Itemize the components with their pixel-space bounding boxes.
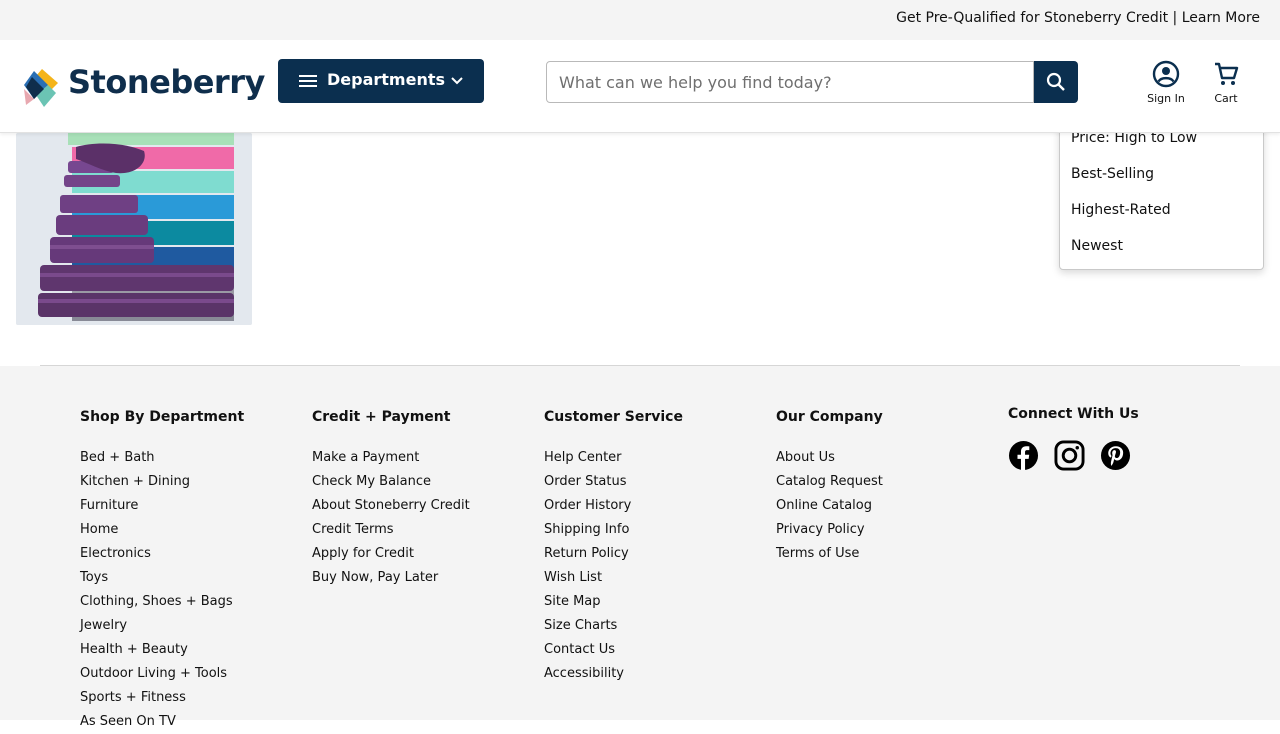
footer-col-title: Our Company	[776, 409, 883, 425]
logo-wordmark: Stoneberry	[68, 63, 265, 101]
footer-link[interactable]: Bed + Bath	[80, 446, 244, 470]
sort-option-best-selling[interactable]: Best-Selling	[1071, 166, 1154, 182]
sign-in-label: Sign In	[1147, 92, 1185, 105]
footer-link[interactable]: About Us	[776, 446, 883, 470]
footer-link[interactable]: Clothing, Shoes + Bags	[80, 590, 244, 614]
search-input[interactable]	[546, 61, 1034, 103]
cart-icon	[1215, 62, 1239, 85]
departments-button[interactable]: Departments	[278, 59, 484, 103]
footer-link[interactable]: Terms of Use	[776, 542, 883, 566]
logo-mark-icon	[24, 69, 58, 107]
search-button[interactable]	[1034, 61, 1078, 103]
footer-link[interactable]: Size Charts	[544, 614, 683, 638]
promo-bar: Get Pre-Qualified for Stoneberry Credit …	[0, 0, 1280, 40]
credit-promo-link[interactable]: Get Pre-Qualified for Stoneberry Credit …	[896, 10, 1260, 26]
towel-set-image	[16, 133, 252, 325]
chevron-down-icon	[451, 77, 463, 85]
cart-label: Cart	[1214, 92, 1238, 105]
footer-link[interactable]: Check My Balance	[312, 470, 470, 494]
account-icon	[1152, 60, 1180, 88]
footer-link[interactable]: Toys	[80, 566, 244, 590]
cart-button[interactable]: Cart	[1204, 60, 1248, 112]
footer-link[interactable]: Return Policy	[544, 542, 683, 566]
footer-col-title: Shop By Department	[80, 409, 245, 425]
footer-connect: Connect With Us	[1008, 406, 1139, 471]
footer-link[interactable]: Sports + Fitness	[80, 686, 244, 710]
footer-col-title: Credit + Payment	[312, 409, 451, 425]
site-header: Stoneberry Departments Sign In	[0, 40, 1280, 133]
footer-col-credit-payment: Credit + Payment Make a Payment Check My…	[312, 409, 470, 590]
footer-link[interactable]: Wish List	[544, 566, 683, 590]
sort-option-newest[interactable]: Newest	[1071, 238, 1123, 254]
footer-link[interactable]: Catalog Request	[776, 470, 883, 494]
hamburger-menu-icon	[299, 75, 317, 87]
footer-link[interactable]: Order Status	[544, 470, 683, 494]
search-icon	[1046, 72, 1065, 91]
footer-link[interactable]: Furniture	[80, 494, 244, 518]
footer-link[interactable]: Contact Us	[544, 638, 683, 662]
sort-option-highest-rated[interactable]: Highest-Rated	[1071, 202, 1171, 218]
facebook-icon[interactable]	[1008, 440, 1039, 471]
sort-dropdown-menu: Price: High to Low Best-Selling Highest-…	[1059, 118, 1264, 270]
connect-title: Connect With Us	[1008, 406, 1139, 422]
footer-link[interactable]: Kitchen + Dining	[80, 470, 244, 494]
footer-link[interactable]: Site Map	[544, 590, 683, 614]
departments-label: Departments	[327, 70, 446, 89]
footer-link[interactable]: Make a Payment	[312, 446, 470, 470]
sign-in-button[interactable]: Sign In	[1140, 60, 1192, 112]
site-footer: Shop By Department Bed + Bath Kitchen + …	[0, 366, 1280, 729]
footer-link[interactable]: Privacy Policy	[776, 518, 883, 542]
footer-link[interactable]: Help Center	[544, 446, 683, 470]
footer-link[interactable]: Outdoor Living + Tools	[80, 662, 244, 686]
footer-link[interactable]: Accessibility	[544, 662, 683, 686]
footer-link[interactable]: About Stoneberry Credit	[312, 494, 470, 518]
pinterest-icon[interactable]	[1100, 440, 1131, 471]
footer-col-title: Customer Service	[544, 409, 683, 425]
footer-link[interactable]: Order History	[544, 494, 683, 518]
footer-col-our-company: Our Company About Us Catalog Request Onl…	[776, 409, 883, 566]
footer-link[interactable]: Electronics	[80, 542, 244, 566]
footer-col-customer-service: Customer Service Help Center Order Statu…	[544, 409, 683, 686]
footer-link[interactable]: Home	[80, 518, 244, 542]
stoneberry-logo[interactable]: Stoneberry	[22, 63, 265, 109]
product-image-towel-set[interactable]	[16, 133, 252, 325]
footer-link[interactable]: Credit Terms	[312, 518, 470, 542]
instagram-icon[interactable]	[1054, 440, 1085, 471]
footer-link[interactable]: Online Catalog	[776, 494, 883, 518]
footer-link[interactable]: Apply for Credit	[312, 542, 470, 566]
footer-link[interactable]: As Seen On TV	[80, 710, 244, 734]
footer-link[interactable]: Health + Beauty	[80, 638, 244, 662]
footer-link[interactable]: Jewelry	[80, 614, 244, 638]
footer-link[interactable]: Shipping Info	[544, 518, 683, 542]
footer-link[interactable]: Buy Now, Pay Later	[312, 566, 470, 590]
footer-col-shop-by-department: Shop By Department Bed + Bath Kitchen + …	[80, 409, 244, 734]
